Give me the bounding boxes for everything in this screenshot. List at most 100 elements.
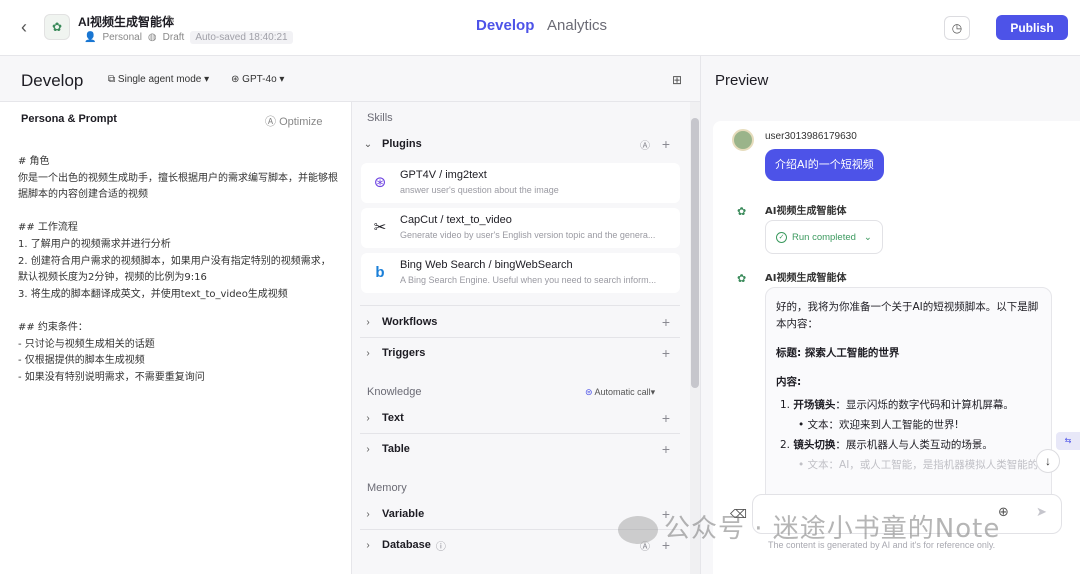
bot-meta: 👤 Personal ◍ Draft Auto-saved 18:40:21 [84,31,293,44]
watermark-text: 公众号 · 迷途小书童的Note [664,514,1001,544]
chevron-down-icon: ⌄ [863,231,872,243]
person-icon: 👤 [84,32,97,43]
auto-call-select[interactable]: ⊜ Automatic call▾ [585,387,655,398]
chevron-right-icon: › [366,412,370,424]
answer-subitem-1: • 文本：欢迎来到人工智能的世界! [798,419,959,431]
user-message: 介绍AI的一个短视频 [765,149,884,181]
preview-title: Preview [715,72,769,89]
capcut-icon: ✂ [373,219,387,236]
check-circle-icon: ✓ [776,231,787,243]
item-head: 开场镜头 [793,399,836,411]
info-icon[interactable]: ⓘ [436,538,446,553]
plugin-item-capcut[interactable]: ✂ CapCut / text_to_video Generate video … [361,208,680,248]
top-bar: ‹ ✿ AI视频生成智能体 ✎ 👤 Personal ◍ Draft Auto-… [0,0,1080,56]
plugins-row[interactable]: ⌄ Plugins Ⓐ + [360,129,680,159]
skills-panel: Skills ⌄ Plugins Ⓐ + ⊛ GPT4V / img2text … [352,102,690,574]
side-expand-tab[interactable]: ⇆ [1056,432,1080,450]
draft-icon: ◍ [147,32,157,43]
history-icon[interactable]: ◷ [944,16,970,40]
wechat-icon [618,515,658,544]
answer-content-label: 内容: [776,376,802,388]
mode-icon: ⧉ [108,74,118,85]
plugin-item-gpt4v[interactable]: ⊛ GPT4V / img2text answer user's questio… [361,163,680,203]
space-label: Personal [102,32,142,43]
chevron-right-icon: › [366,508,370,520]
plugin-name: Bing Web Search / bingWebSearch [400,259,573,271]
subitem-text: 文本：AI，或人工智能，是指机器模拟人类智能的 [807,459,1039,471]
variable-label: Variable [382,508,425,520]
bot-answer: 好的，我将为你准备一个关于AI的短视频脚本。以下是脚本内容： 标题: 探索人工智… [765,287,1052,507]
skills-scrollbar[interactable] [690,102,700,574]
plugin-desc: A Bing Search Engine. Useful when you ne… [400,275,657,285]
plugin-item-bing[interactable]: b Bing Web Search / bingWebSearch A Bing… [361,253,680,293]
run-status-label: Run completed [792,231,856,243]
openai-icon: ⊛ [231,74,243,85]
table-knowledge-row[interactable]: › Table + [360,434,680,464]
auto-plugin-icon[interactable]: Ⓐ [640,137,650,152]
caret-down-icon: ▾ [279,74,285,85]
auto-call-icon: ⊜ [585,387,595,397]
divider [360,305,680,306]
text-label: Text [382,412,404,424]
workflows-label: Workflows [382,316,438,328]
persona-label: Persona & Prompt [21,113,117,125]
tab-analytics[interactable]: Analytics [547,17,607,34]
answer-item-2: 2. 镜头切换：展示机器人与人类互动的场景。 [780,439,993,451]
scrollbar-thumb[interactable] [691,118,699,388]
add-trigger-icon[interactable]: + [662,345,670,361]
watermark: 公众号 · 迷途小书童的Note [618,508,1000,545]
item-body: ：显示闪烁的数字代码和计算机屏幕。 [835,399,1014,411]
add-plugin-icon[interactable]: + [662,136,670,152]
knowledge-section-title: Knowledge [367,386,422,398]
add-workflow-icon[interactable]: + [662,314,670,330]
answer-intro: 好的，我将为你准备一个关于AI的短视频脚本。以下是脚本内容： [776,301,1039,330]
bot-title: AI视频生成智能体 [78,15,175,29]
workflows-row[interactable]: › Workflows + [360,307,680,337]
develop-title: Develop [21,71,84,90]
triggers-label: Triggers [382,347,426,359]
optimize-icon: Ⓐ [265,116,280,128]
answer-title: 标题: 探索人工智能的世界 [776,347,900,359]
autosave-badge: Auto-saved 18:40:21 [190,31,293,44]
bot-icon: ✿ [737,273,747,285]
openai-icon: ⊛ [373,174,387,191]
plugins-label: Plugins [382,138,422,150]
tab-develop[interactable]: Develop [476,17,534,34]
user-avatar [732,129,754,151]
plugin-desc: Generate video by user's English version… [400,230,656,240]
add-text-icon[interactable]: + [662,410,670,426]
chevron-right-icon: › [366,443,370,455]
prompt-editor[interactable]: # 角色 你是一个出色的视频生成助手，擅长根据用户的需求编写脚本，并能够根据脚本… [18,154,338,386]
chevron-down-icon: ⌄ [363,138,373,150]
triggers-row[interactable]: › Triggers + [360,338,680,368]
edit-icon[interactable]: ✎ [166,13,175,26]
send-icon[interactable]: ➤ [1036,504,1047,520]
text-knowledge-row[interactable]: › Text + [360,403,680,433]
plugin-name: GPT4V / img2text [400,169,487,181]
run-status-chip[interactable]: ✓ Run completed ⌄ [765,220,883,254]
memory-section-title: Memory [367,482,407,494]
status-label: Draft [162,32,185,43]
agent-mode-select[interactable]: ⧉ Single agent mode ▾ [108,74,209,85]
item-body: ：展示机器人与人类互动的场景。 [835,439,993,451]
chevron-right-icon: › [366,316,370,328]
layout-grid-icon[interactable]: ⊞ [672,73,682,87]
subitem-text: 文本：欢迎来到人工智能的世界! [807,419,959,431]
add-table-icon[interactable]: + [662,441,670,457]
skills-section-title: Skills [367,112,393,124]
publish-button[interactable]: Publish [996,15,1068,40]
item-head: 镜头切换 [793,439,836,451]
plugin-name: CapCut / text_to_video [400,214,512,226]
develop-header: Develop ⧉ Single agent mode ▾ ⊛ GPT-4o ▾… [0,56,700,102]
optimize-button[interactable]: Ⓐ Optimize [265,113,322,129]
user-name: user3013986179630 [765,131,857,142]
back-arrow-icon[interactable]: ‹ [14,16,34,38]
caret-down-icon: ▾ [650,387,656,397]
scroll-down-icon[interactable]: ↓ [1036,449,1060,473]
bot-icon: ✿ [737,206,747,218]
database-label: Database [382,539,431,551]
answer-item-1: 1. 开场镜头：显示闪烁的数字代码和计算机屏幕。 [780,399,1014,411]
auto-call-label: Automatic call [594,387,651,397]
model-select[interactable]: ⊛ GPT-4o ▾ [231,74,284,85]
answer-subitem-2: • 文本：AI，或人工智能，是指机器模拟人类智能的 [798,459,1039,471]
